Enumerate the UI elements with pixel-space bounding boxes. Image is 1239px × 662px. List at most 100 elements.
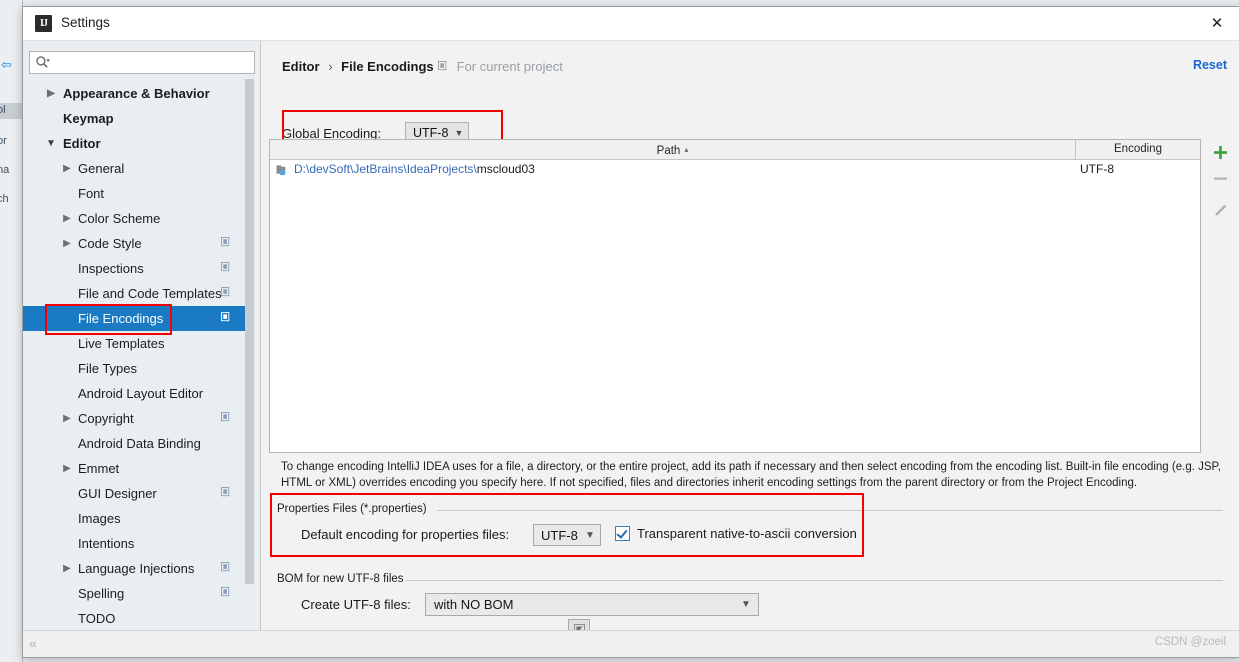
dialog-title: Settings bbox=[61, 15, 110, 30]
sidebar-item-file-encodings[interactable]: File Encodings bbox=[23, 306, 246, 331]
sidebar-scrollbar[interactable] bbox=[245, 79, 254, 631]
sidebar-item-label: General bbox=[78, 161, 125, 176]
checkbox-box bbox=[615, 526, 630, 541]
reset-link[interactable]: Reset bbox=[1193, 58, 1227, 72]
sidebar-item-label: GUI Designer bbox=[78, 486, 157, 501]
sidebar-item-label: File Types bbox=[78, 361, 138, 376]
sidebar-item-label: Inspections bbox=[78, 261, 144, 276]
create-utf8-files-value: with NO BOM bbox=[434, 597, 514, 612]
chevron-right-icon[interactable]: ▶ bbox=[61, 556, 73, 581]
background-fragment-2: na bbox=[0, 164, 10, 176]
chevron-right-icon[interactable]: ▶ bbox=[61, 231, 73, 256]
project-scope-icon bbox=[221, 562, 230, 572]
chevron-down-icon[interactable]: ▼ bbox=[45, 131, 57, 156]
sidebar-item-label: File and Code Templates bbox=[78, 286, 222, 301]
chevron-right-icon[interactable]: ▶ bbox=[61, 206, 73, 231]
breadcrumb-separator: › bbox=[328, 59, 333, 74]
sidebar-item-spelling[interactable]: Spelling bbox=[23, 581, 246, 606]
sidebar-item-label: Editor bbox=[63, 136, 101, 151]
column-header-encoding[interactable]: Encoding bbox=[1076, 140, 1200, 159]
settings-tree: ▶ Appearance & Behavior Keymap ▼ Editor ▶ Gene… bbox=[23, 81, 246, 629]
sidebar-item-inspections[interactable]: Inspections bbox=[23, 256, 246, 281]
search-icon bbox=[36, 56, 50, 68]
encodings-description: To change encoding IntelliJ IDEA uses fo… bbox=[281, 461, 1221, 489]
sidebar-item-label: Spelling bbox=[78, 586, 125, 601]
chevron-right-icon[interactable]: ▶ bbox=[61, 156, 73, 181]
settings-dialog: IJ Settings ✕ ▶ Appearance & Behavior Keym… bbox=[22, 6, 1239, 658]
sidebar-item-label: Appearance & Behavior bbox=[63, 86, 210, 101]
sidebar-item-label: Font bbox=[78, 186, 105, 201]
sidebar-item-code-style[interactable]: ▶ Code Style bbox=[23, 231, 246, 256]
sidebar-item-label: Language Injections bbox=[78, 561, 195, 576]
default-properties-encoding-dropdown[interactable]: UTF-8 ▼ bbox=[533, 524, 601, 546]
intellij-idea-icon: IJ bbox=[35, 15, 52, 32]
chevron-right-icon[interactable]: ▶ bbox=[61, 456, 73, 481]
sidebar-item-images[interactable]: Images bbox=[23, 506, 246, 531]
project-scope-icon bbox=[221, 287, 230, 297]
table-cell-encoding[interactable]: UTF-8 bbox=[1080, 162, 1114, 176]
sidebar-item-general[interactable]: ▶ General bbox=[23, 156, 246, 181]
remove-entry-button[interactable] bbox=[1205, 165, 1235, 191]
sidebar-item-label: Android Data Binding bbox=[78, 436, 201, 451]
sidebar-item-language-injections[interactable]: ▶ Language Injections bbox=[23, 556, 246, 581]
sidebar-item-label: File Encodings bbox=[78, 311, 164, 326]
column-header-path-label: Path bbox=[656, 145, 681, 157]
sidebar-item-gui-designer[interactable]: GUI Designer bbox=[23, 481, 246, 506]
chevron-right-icon[interactable]: ▶ bbox=[45, 81, 57, 106]
close-icon[interactable]: ✕ bbox=[1194, 7, 1239, 39]
project-scope-icon bbox=[221, 312, 230, 322]
table-row[interactable]: D:\devSoft\JetBrains\IdeaProjects\msclou… bbox=[270, 160, 1200, 179]
sidebar-item-editor[interactable]: ▼ Editor bbox=[23, 131, 246, 156]
background-back-arrow-icon: ⇦ bbox=[1, 57, 12, 72]
settings-content: Editor › File Encodings For current proj… bbox=[261, 41, 1239, 631]
edit-entry-button[interactable] bbox=[1205, 197, 1235, 223]
sidebar-item-intentions[interactable]: Intentions bbox=[23, 531, 246, 556]
sidebar-item-keymap[interactable]: Keymap bbox=[23, 106, 246, 131]
sidebar-item-file-and-code-templates[interactable]: File and Code Templates bbox=[23, 281, 246, 306]
for-current-project-text: For current project bbox=[456, 59, 563, 74]
pencil-icon bbox=[1214, 204, 1226, 216]
sidebar-item-android-layout-editor[interactable]: Android Layout Editor bbox=[23, 381, 246, 406]
project-scope-icon bbox=[221, 412, 230, 422]
path-name: mscloud03 bbox=[476, 162, 535, 176]
background-fragment-3: ch bbox=[0, 193, 9, 205]
sidebar-item-file-types[interactable]: File Types bbox=[23, 356, 246, 381]
path-prefix: D:\devSoft\JetBrains\IdeaProjects\ bbox=[294, 162, 477, 176]
sidebar-item-label: Live Templates bbox=[78, 336, 165, 351]
watermark: CSDN @zoeil bbox=[1154, 636, 1226, 648]
sidebar-item-label: Images bbox=[78, 511, 121, 526]
create-utf8-files-dropdown[interactable]: with NO BOM ▼ bbox=[425, 593, 759, 616]
column-header-path[interactable]: Path ▴ bbox=[270, 140, 1076, 159]
collapse-chevron-icon[interactable]: « bbox=[29, 635, 37, 651]
sidebar-item-label: Emmet bbox=[78, 461, 120, 476]
sidebar-item-label: Android Layout Editor bbox=[78, 386, 204, 401]
search-input[interactable] bbox=[56, 52, 250, 75]
sidebar-item-appearance-behavior[interactable]: ▶ Appearance & Behavior bbox=[23, 81, 246, 106]
sidebar-item-live-templates[interactable]: Live Templates bbox=[23, 331, 246, 356]
chevron-right-icon[interactable]: ▶ bbox=[61, 406, 73, 431]
sidebar-item-color-scheme[interactable]: ▶ Color Scheme bbox=[23, 206, 246, 231]
sidebar-item-font[interactable]: Font bbox=[23, 181, 246, 206]
sidebar-item-android-data-binding[interactable]: Android Data Binding bbox=[23, 431, 246, 456]
dialog-body: ▶ Appearance & Behavior Keymap ▼ Editor ▶ Gene… bbox=[23, 41, 1239, 657]
project-scope-icon bbox=[221, 262, 230, 272]
for-current-project-label: For current project bbox=[438, 59, 563, 74]
background-fragment-1: or bbox=[0, 135, 7, 147]
sidebar-item-label: Intentions bbox=[78, 536, 135, 551]
sidebar-item-todo[interactable]: TODO bbox=[23, 606, 246, 629]
sidebar-item-label: Keymap bbox=[63, 111, 114, 126]
search-box[interactable] bbox=[29, 51, 255, 75]
transparent-native-to-ascii-checkbox[interactable]: Transparent native-to-ascii conversion bbox=[615, 526, 857, 541]
add-entry-button[interactable] bbox=[1205, 139, 1235, 165]
screen-root: ⇦ ol or na ch IJ Settings ✕ bbox=[0, 0, 1239, 662]
settings-sidebar: ▶ Appearance & Behavior Keymap ▼ Editor ▶ Gene… bbox=[23, 41, 261, 631]
sidebar-item-copyright[interactable]: ▶ Copyright bbox=[23, 406, 246, 431]
sidebar-item-emmet[interactable]: ▶ Emmet bbox=[23, 456, 246, 481]
group-divider bbox=[437, 510, 1223, 511]
dialog-titlebar: IJ Settings ✕ bbox=[23, 7, 1239, 41]
sidebar-scrollbar-thumb[interactable] bbox=[245, 79, 254, 584]
background-ide-sliver: ⇦ ol or na ch bbox=[0, 0, 23, 662]
dialog-bottom-bar: « CSDN @zoeil bbox=[23, 630, 1239, 657]
breadcrumb-parent[interactable]: Editor bbox=[282, 59, 320, 74]
sidebar-item-label: Color Scheme bbox=[78, 211, 161, 226]
